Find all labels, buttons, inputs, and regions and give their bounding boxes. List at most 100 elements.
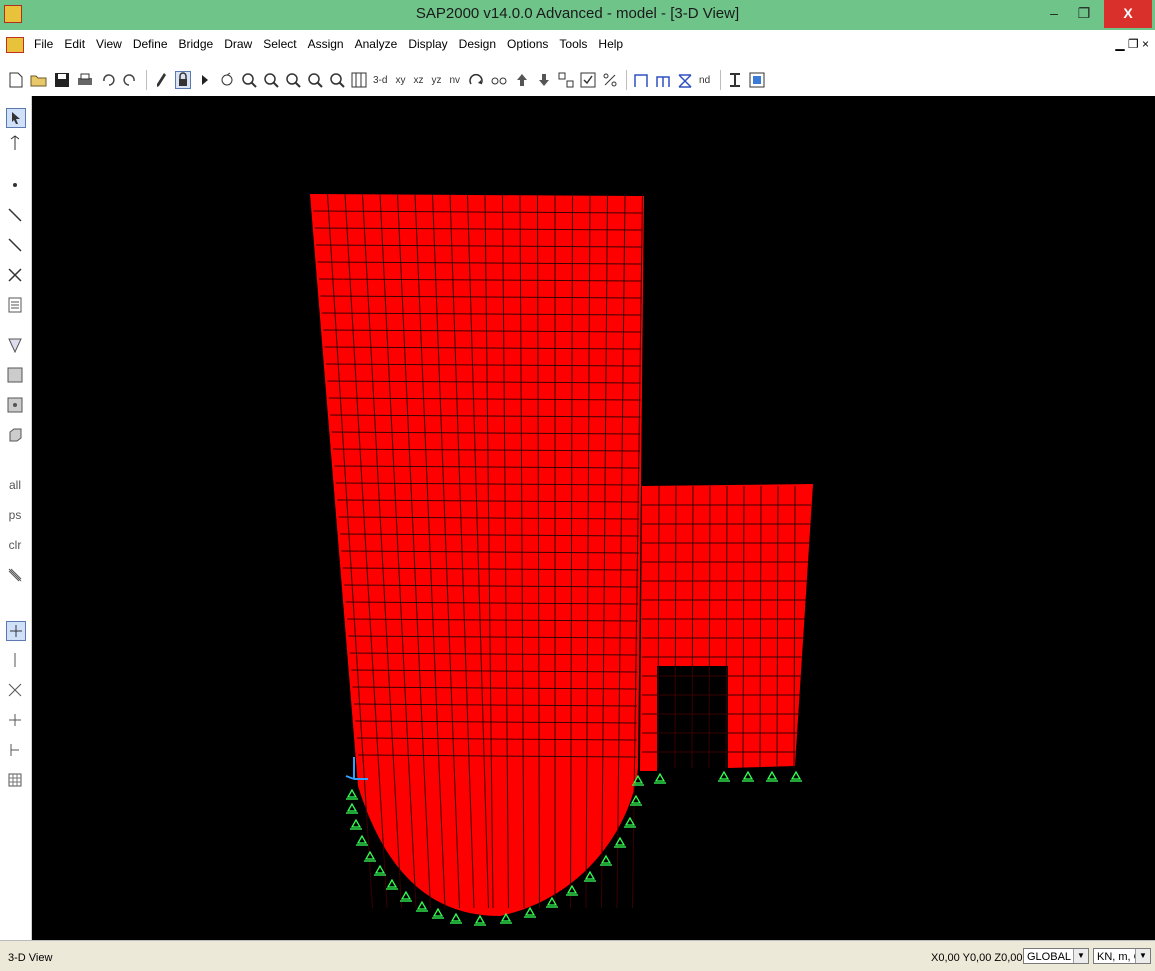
- menu-tools[interactable]: Tools: [559, 37, 587, 51]
- quick-area-button[interactable]: [6, 396, 24, 414]
- select-pointer-button[interactable]: [6, 108, 26, 128]
- view-nv-button[interactable]: nv: [449, 75, 460, 86]
- view-yz-button[interactable]: yz: [431, 75, 441, 86]
- redo-icon: [123, 74, 135, 86]
- model-3d-view[interactable]: [32, 96, 1155, 940]
- menu-display[interactable]: Display: [408, 37, 447, 51]
- menu-view[interactable]: View: [96, 37, 122, 51]
- restore-button[interactable]: ❐: [1070, 0, 1098, 28]
- zoom-previous-button[interactable]: [307, 71, 323, 89]
- minimize-button[interactable]: –: [1040, 0, 1068, 28]
- draw-frame-tool-button[interactable]: [6, 206, 24, 224]
- quick-frame-button[interactable]: [6, 236, 24, 254]
- menu-file[interactable]: File: [34, 37, 53, 51]
- menu-help[interactable]: Help: [598, 37, 623, 51]
- rotate-3d-button[interactable]: [468, 71, 484, 89]
- zoom-out-button[interactable]: [263, 71, 279, 89]
- arrow-up-icon: [517, 74, 528, 86]
- zoom-in-button[interactable]: [241, 71, 257, 89]
- select-all-button[interactable]: all: [6, 476, 24, 494]
- pencil-icon: [157, 73, 166, 87]
- zoom-full-button[interactable]: [285, 71, 301, 89]
- document-icon[interactable]: [6, 37, 24, 53]
- view-3d-button[interactable]: 3-d: [373, 75, 387, 86]
- draw-brace-button[interactable]: [6, 266, 24, 284]
- show-undeformed-button[interactable]: [580, 71, 596, 89]
- move-down-button[interactable]: [536, 71, 552, 89]
- menu-design[interactable]: Design: [459, 37, 496, 51]
- draw-frame2-button[interactable]: [655, 71, 671, 89]
- cylindrical-tank-shell[interactable]: [310, 193, 644, 916]
- section-designer-button[interactable]: [727, 71, 743, 89]
- pin-support-icon: [432, 907, 444, 919]
- set-display-options-button[interactable]: [351, 71, 367, 89]
- menu-assign[interactable]: Assign: [308, 37, 344, 51]
- brace-icon: [8, 268, 22, 282]
- menu-select[interactable]: Select: [263, 37, 296, 51]
- previous-selection-button[interactable]: ps: [6, 506, 24, 524]
- run-button[interactable]: [197, 71, 213, 89]
- snap-intersections-button[interactable]: [6, 681, 24, 699]
- checkbox-icon: [580, 72, 596, 88]
- undo-button[interactable]: [100, 71, 116, 89]
- open-button[interactable]: [30, 71, 48, 89]
- menu-bridge[interactable]: Bridge: [179, 37, 214, 51]
- pin-support-icon: [766, 770, 778, 782]
- joint-icon: [13, 183, 17, 187]
- menu-define[interactable]: Define: [133, 37, 168, 51]
- draw-frame-button[interactable]: [633, 71, 649, 89]
- lock-button[interactable]: [175, 71, 191, 89]
- snap-ends-icon: [14, 653, 16, 667]
- menu-analyze[interactable]: Analyze: [355, 37, 398, 51]
- draw-rect-area-button[interactable]: [6, 366, 24, 384]
- child-window-controls[interactable]: ▁ ❐ ×: [1115, 37, 1149, 51]
- snap-lines-button[interactable]: [6, 741, 24, 759]
- draw-poly-area-button[interactable]: [6, 336, 24, 354]
- refresh-button[interactable]: [153, 71, 169, 89]
- draw-section-button[interactable]: [677, 71, 693, 89]
- save-button[interactable]: [54, 71, 70, 89]
- close-button[interactable]: X: [1104, 0, 1152, 28]
- units-select[interactable]: KN, m, C ▼: [1093, 948, 1151, 964]
- pin-support-icon: [546, 896, 558, 908]
- shell-icon: [749, 72, 765, 88]
- coord-system-select[interactable]: GLOBAL ▼: [1023, 948, 1089, 964]
- nd-button[interactable]: nd: [699, 75, 710, 86]
- status-view-name: 3-D View: [8, 952, 53, 964]
- print-button[interactable]: [76, 71, 94, 89]
- draw-joint-button[interactable]: [6, 176, 24, 194]
- clear-selection-label: clr: [8, 538, 22, 552]
- snap-grid-button[interactable]: [6, 771, 24, 789]
- fraction-button[interactable]: [602, 71, 618, 89]
- intersecting-line-button[interactable]: [6, 566, 24, 584]
- snap-points-button[interactable]: [6, 621, 26, 641]
- pin-support-icon: [450, 912, 462, 924]
- view-xy-button[interactable]: xy: [395, 75, 405, 86]
- pan-button[interactable]: [329, 71, 345, 89]
- menu-edit[interactable]: Edit: [64, 37, 85, 51]
- model-canvas[interactable]: [32, 96, 1155, 940]
- rotate-3d-icon: [469, 74, 483, 85]
- shell-section-button[interactable]: [749, 71, 765, 89]
- snap-perpendicular-button[interactable]: [6, 711, 24, 729]
- menu-options[interactable]: Options: [507, 37, 548, 51]
- object-shrink-button[interactable]: [558, 71, 574, 89]
- wall-panel[interactable]: [640, 484, 813, 771]
- draw-solid-button[interactable]: [6, 426, 24, 444]
- perspective-toggle-button[interactable]: [490, 71, 508, 89]
- cursor-coordinates: X0,00 Y0,00 Z0,00: [931, 952, 1023, 964]
- chevron-down-icon: ▼: [1135, 949, 1150, 963]
- draw-link-button[interactable]: [6, 296, 24, 314]
- view-xz-button[interactable]: xz: [413, 75, 423, 86]
- redo-button[interactable]: [122, 71, 138, 89]
- move-up-button[interactable]: [514, 71, 530, 89]
- snap-ends-button[interactable]: [6, 651, 24, 669]
- rubber-band-zoom-button[interactable]: [219, 71, 235, 89]
- reshape-button[interactable]: [6, 134, 24, 152]
- perspective-icon: [491, 77, 507, 85]
- title-bar[interactable]: SAP2000 v14.0.0 Advanced - model - [3-D …: [0, 0, 1155, 30]
- menu-draw[interactable]: Draw: [224, 37, 252, 51]
- new-model-button[interactable]: [8, 71, 24, 89]
- clear-selection-button[interactable]: clr: [6, 536, 24, 554]
- left-toolbar: all ps clr: [0, 96, 32, 940]
